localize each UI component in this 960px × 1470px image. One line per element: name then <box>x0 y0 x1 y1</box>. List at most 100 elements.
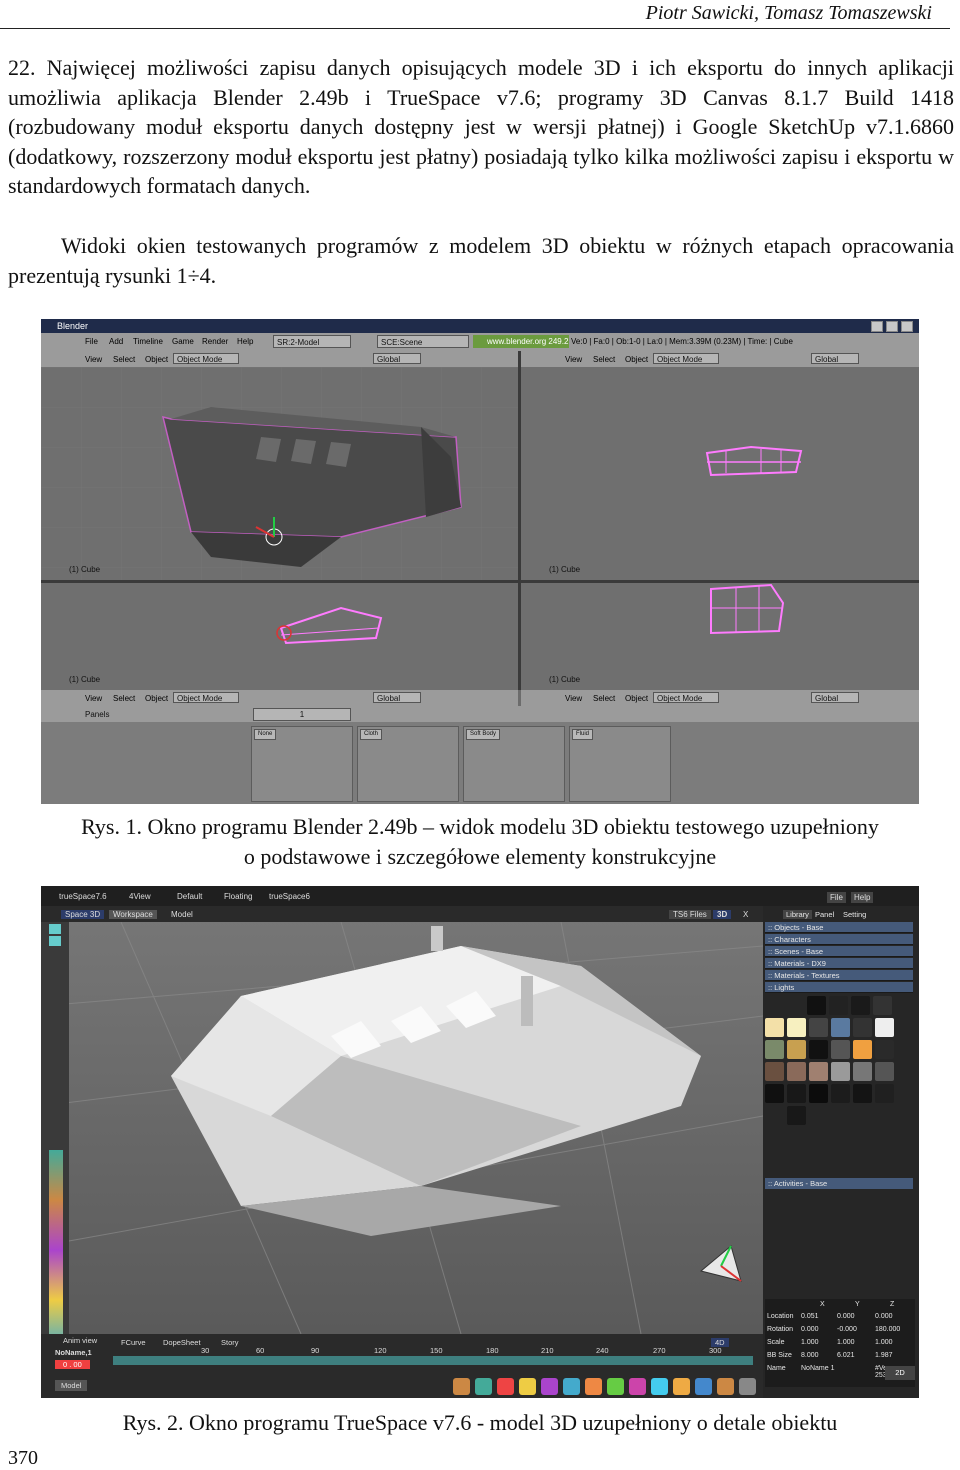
name-field[interactable]: NoName,1 <box>55 1348 92 1357</box>
subpanel-softbody[interactable]: Soft Body <box>466 729 501 740</box>
tool-icon[interactable] <box>717 1378 734 1395</box>
swatch[interactable] <box>765 1040 784 1059</box>
tool-icon[interactable] <box>695 1378 712 1395</box>
swatch[interactable] <box>765 1062 784 1081</box>
viewport-bottom-left[interactable]: (1) Cube <box>41 583 518 690</box>
tab-truespace6[interactable]: trueSpace6 <box>269 892 310 901</box>
frame-field[interactable]: 1 <box>253 708 351 721</box>
mode-dropdown[interactable]: Object Mode <box>653 353 719 364</box>
coord-value[interactable]: 1.000 <box>875 1339 893 1346</box>
coord-value[interactable]: 0.000 <box>875 1313 893 1320</box>
swatch[interactable] <box>787 1106 806 1125</box>
swatch[interactable] <box>875 1062 894 1081</box>
swatch[interactable] <box>853 1018 872 1037</box>
mode-dropdown[interactable]: Object Mode <box>653 692 719 703</box>
scene-selector[interactable]: SCE:Scene <box>377 335 469 348</box>
anim-view-label[interactable]: Anim view <box>63 1336 97 1345</box>
tool-icon[interactable] <box>673 1378 690 1395</box>
tab-fcurve[interactable]: FCurve <box>121 1338 146 1347</box>
tool-icon[interactable] <box>629 1378 646 1395</box>
tool-icon[interactable] <box>585 1378 602 1395</box>
tab-setting[interactable]: Setting <box>843 910 866 919</box>
tab-4view[interactable]: 4View <box>129 892 151 901</box>
swatch[interactable] <box>809 1018 828 1037</box>
swatch[interactable] <box>809 1040 828 1059</box>
tool-icon[interactable] <box>453 1378 470 1395</box>
swatch[interactable] <box>831 1084 850 1103</box>
view-3d-badge[interactable]: 3D <box>713 910 732 919</box>
vp-menu-select[interactable]: Select <box>593 694 615 703</box>
minimize-icon[interactable] <box>871 321 883 332</box>
library-item[interactable]: :: Objects - Base <box>765 922 913 933</box>
tab-library[interactable]: Library <box>783 910 812 919</box>
swatch[interactable] <box>787 1062 806 1081</box>
view-2d-badge[interactable]: 2D <box>885 1366 915 1380</box>
coord-value[interactable]: 0.000 <box>801 1326 819 1333</box>
coord-value[interactable]: 180.000 <box>875 1326 900 1333</box>
swatch[interactable] <box>807 996 826 1015</box>
tool-icon[interactable] <box>607 1378 624 1395</box>
coord-value[interactable]: NoName 1 <box>801 1365 834 1372</box>
orientation-dropdown[interactable]: Global <box>373 353 421 364</box>
library-item[interactable]: :: Materials - DX9 <box>765 958 913 969</box>
swatch[interactable] <box>787 1084 806 1103</box>
tab-space3d[interactable]: Space 3D <box>61 910 105 919</box>
subpanel-none[interactable]: None <box>254 729 277 740</box>
tool-icon[interactable] <box>651 1378 668 1395</box>
tab-panel[interactable]: Panel <box>815 910 834 919</box>
library-item[interactable]: :: Characters <box>765 934 913 945</box>
ts6-files-badge[interactable]: TS6 Files <box>669 910 711 919</box>
swatch[interactable] <box>853 1040 872 1059</box>
swatch[interactable] <box>829 996 848 1015</box>
mode-dropdown[interactable]: Object Mode <box>173 353 239 364</box>
vp-menu-select[interactable]: Select <box>113 355 135 364</box>
mode-dropdown[interactable]: Object Mode <box>173 692 239 703</box>
activities-panel[interactable]: :: Activities - Base <box>765 1178 913 1189</box>
coord-value[interactable]: 1.987 <box>875 1352 893 1359</box>
swatch[interactable] <box>875 1040 894 1059</box>
tool-icon[interactable] <box>519 1378 536 1395</box>
vp-menu-view[interactable]: View <box>565 355 582 364</box>
modeling-tools-strip[interactable] <box>49 1150 63 1350</box>
palette-icon[interactable] <box>49 936 61 946</box>
tool-icon[interactable] <box>497 1378 514 1395</box>
swatch[interactable] <box>853 1062 872 1081</box>
coord-value[interactable]: 1.000 <box>837 1339 855 1346</box>
vp-menu-select[interactable]: Select <box>113 694 135 703</box>
tool-icon[interactable] <box>563 1378 580 1395</box>
coord-value[interactable]: 6.021 <box>837 1352 855 1359</box>
vp-menu-view[interactable]: View <box>565 694 582 703</box>
tab-workspace[interactable]: Workspace <box>109 910 157 919</box>
file-menu[interactable]: File <box>827 892 846 903</box>
menu-help[interactable]: Help <box>237 337 253 346</box>
orientation-dropdown[interactable]: Global <box>373 692 421 703</box>
swatch[interactable] <box>875 1084 894 1103</box>
viewport-bottom-right[interactable]: (1) Cube <box>521 583 919 690</box>
swatch[interactable] <box>809 1062 828 1081</box>
swatch[interactable] <box>787 1018 806 1037</box>
tab-model[interactable]: Model <box>167 910 197 919</box>
swatch[interactable] <box>831 1018 850 1037</box>
menu-timeline[interactable]: Timeline <box>133 337 163 346</box>
orientation-dropdown[interactable]: Global <box>811 692 859 703</box>
tab-story[interactable]: Story <box>221 1338 239 1347</box>
library-item[interactable]: :: Scenes - Base <box>765 946 913 957</box>
time-field[interactable]: 0 . 00 <box>55 1360 90 1369</box>
swatch[interactable] <box>853 1084 872 1103</box>
coord-value[interactable]: -0.000 <box>837 1326 857 1333</box>
coord-value[interactable]: 0.000 <box>837 1313 855 1320</box>
maximize-icon[interactable] <box>886 321 898 332</box>
swatch[interactable] <box>809 1084 828 1103</box>
screen-selector[interactable]: SR:2-Model <box>273 335 351 348</box>
help-menu[interactable]: Help <box>851 892 874 903</box>
menu-file[interactable]: File <box>85 337 98 346</box>
swatch[interactable] <box>831 1040 850 1059</box>
model-label[interactable]: Model <box>55 1380 88 1391</box>
swatch[interactable] <box>851 996 870 1015</box>
menu-game[interactable]: Game <box>172 337 194 346</box>
menu-add[interactable]: Add <box>109 337 123 346</box>
subpanel-cloth[interactable]: Cloth <box>360 729 383 740</box>
swatch[interactable] <box>875 1018 894 1037</box>
coord-value[interactable]: 1.000 <box>801 1339 819 1346</box>
vp-menu-view[interactable]: View <box>85 355 102 364</box>
